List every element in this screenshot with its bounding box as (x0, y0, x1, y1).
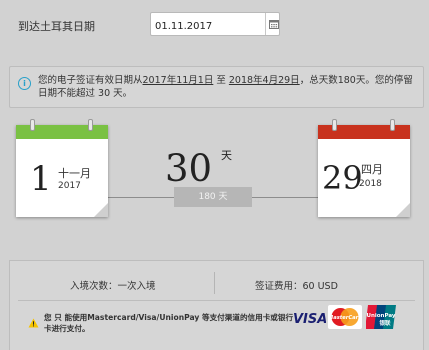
svg-text:UnionPay: UnionPay (367, 313, 396, 319)
visa-fee: 签证费用：60 USD (255, 281, 338, 292)
calendar-ring (88, 119, 93, 131)
stay-days-number: 30 (165, 147, 213, 190)
validity-end-date: 2018年4月29日 (228, 75, 300, 86)
info-icon: i (18, 77, 31, 90)
end-month: 四月 (361, 163, 383, 176)
end-date-calendar: 29 四月 2018 (318, 119, 410, 217)
svg-text:银联: 银联 (379, 319, 391, 327)
date-picker-button[interactable] (265, 13, 281, 35)
page-fold (94, 203, 108, 217)
divider (18, 300, 415, 301)
stay-days-unit: 天 (221, 149, 232, 162)
unionpay-logo: UnionPay 银联 (365, 305, 396, 329)
start-month: 十一月 (58, 167, 91, 180)
visa-logo: VISA (292, 307, 327, 329)
arrival-date-input[interactable] (150, 12, 280, 36)
total-days-badge: 180 天 (174, 187, 252, 207)
start-day: 1 (30, 159, 52, 199)
divider (214, 272, 215, 294)
end-day: 29 (322, 159, 363, 197)
info-text-to: 至 (213, 75, 229, 86)
page-fold (396, 203, 410, 217)
arrival-date-label: 到达土耳其日期 (18, 20, 95, 33)
calendar-ring (30, 119, 35, 131)
calendar-ring (390, 119, 395, 131)
svg-text:VISA: VISA (293, 312, 326, 327)
end-year: 2018 (359, 179, 382, 189)
payment-note: 您 只 能使用Mastercard/Visa/UnionPay 等支付渠道的信用… (44, 313, 294, 333)
start-date-calendar: 1 十一月 2017 (16, 119, 108, 217)
calendar-ring (332, 119, 337, 131)
svg-text:MasterCard: MasterCard (328, 315, 362, 321)
mastercard-logo: MasterCard (328, 305, 362, 329)
validity-info-text: 您的电子签证有效日期从2017年11月1日 至 2018年4月29日，总天数18… (38, 74, 420, 100)
warning-icon (28, 313, 39, 332)
calendar-icon (268, 20, 279, 29)
info-text-prefix: 您的电子签证有效日期从 (38, 75, 143, 86)
validity-start-date: 2017年11月1日 (142, 75, 214, 86)
start-year: 2017 (58, 181, 81, 191)
entry-count: 入境次数：一次入境 (70, 281, 156, 292)
